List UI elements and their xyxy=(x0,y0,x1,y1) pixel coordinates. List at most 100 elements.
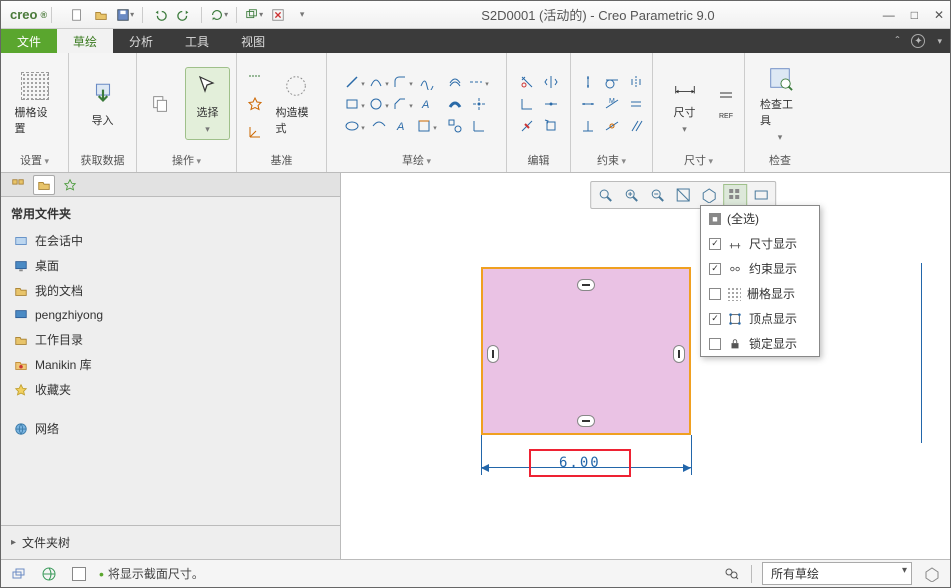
folder-user[interactable]: pengzhiyong xyxy=(11,303,330,327)
folder-docs[interactable]: 我的文档 xyxy=(11,278,330,303)
ellipse-icon[interactable] xyxy=(344,116,366,136)
tab-file[interactable]: 文件 xyxy=(1,29,57,53)
check-button[interactable]: 检查工具▾ xyxy=(756,60,804,147)
menu-constraint-display[interactable]: 约束显示 xyxy=(701,256,819,281)
minimize-button[interactable]: — xyxy=(883,8,895,22)
menu-select-all[interactable]: ■(全选) xyxy=(701,206,819,231)
folder-desktop[interactable]: 桌面 xyxy=(11,253,330,278)
saved-views-icon[interactable] xyxy=(749,184,773,206)
parallel-icon[interactable] xyxy=(625,116,647,136)
baseline-dim-icon[interactable] xyxy=(715,83,737,103)
drag-handle-right[interactable] xyxy=(673,345,685,363)
point-icon[interactable] xyxy=(244,94,266,114)
folder-favorites[interactable]: 收藏夹 xyxy=(11,377,330,402)
copy-cut-button[interactable] xyxy=(143,86,179,122)
conic-icon[interactable] xyxy=(368,116,390,136)
construct-mode-button[interactable]: 构造模式 xyxy=(272,68,320,140)
menu-vertex-display[interactable]: 顶点显示 xyxy=(701,306,819,331)
centerline-icon[interactable] xyxy=(244,66,266,86)
sk-coord-icon[interactable] xyxy=(468,116,490,136)
tab-view[interactable]: 视图 xyxy=(225,29,281,53)
line-icon[interactable] xyxy=(344,72,366,92)
qat-customize-icon[interactable]: ▾ xyxy=(291,4,313,26)
ref-dim-icon[interactable]: REF xyxy=(715,105,737,125)
rect-icon[interactable] xyxy=(344,94,366,114)
checkbox-icon[interactable] xyxy=(709,313,721,325)
select-button[interactable]: 选择▾ xyxy=(185,67,230,140)
nav-tab-model[interactable] xyxy=(7,175,29,195)
status-layers-icon[interactable] xyxy=(9,564,29,584)
ribbon-help-icon[interactable]: ✦ xyxy=(911,34,925,48)
tab-sketch[interactable]: 草绘 xyxy=(57,29,113,53)
project-icon[interactable] xyxy=(416,116,438,136)
rotate-resize-icon[interactable] xyxy=(540,116,562,136)
redo-icon[interactable] xyxy=(173,4,195,26)
spline-icon[interactable] xyxy=(416,72,438,92)
checkbox-icon[interactable] xyxy=(709,338,721,350)
new-file-icon[interactable] xyxy=(66,4,88,26)
status-box-icon[interactable] xyxy=(69,564,89,584)
horiz-constraint-icon[interactable] xyxy=(577,94,599,114)
menu-lock-display[interactable]: 锁定显示 xyxy=(701,331,819,356)
chamfer-icon[interactable] xyxy=(392,94,414,114)
checkbox-tristate[interactable]: ■ xyxy=(709,213,721,225)
folder-session[interactable]: 在会话中 xyxy=(11,228,330,253)
import-button[interactable]: 导入 xyxy=(79,76,127,132)
zoom-in-icon[interactable] xyxy=(619,184,643,206)
offset-curve-icon[interactable] xyxy=(444,72,466,92)
folder-workdir[interactable]: 工作目录 xyxy=(11,327,330,352)
open-file-icon[interactable] xyxy=(90,4,112,26)
vert-constraint-icon[interactable] xyxy=(577,72,599,92)
menu-grid-display[interactable]: 栅格显示 xyxy=(701,281,819,306)
graphics-area[interactable]: ■(全选) 尺寸显示 约束显示 栅格显示 顶点显示 锁定显示 6.00 xyxy=(341,173,950,559)
tangent-icon[interactable] xyxy=(601,72,623,92)
divide-icon[interactable] xyxy=(540,94,562,114)
status-geom-icon[interactable] xyxy=(922,564,942,584)
arc-3pt-icon[interactable] xyxy=(368,72,390,92)
thicken-icon[interactable] xyxy=(444,94,466,114)
drag-handle-left[interactable] xyxy=(487,345,499,363)
maximize-button[interactable]: □ xyxy=(911,8,918,22)
sketch-rectangle[interactable] xyxy=(481,267,691,435)
checkbox-icon[interactable] xyxy=(709,288,721,300)
status-web-icon[interactable] xyxy=(39,564,59,584)
centerline-sk-icon[interactable] xyxy=(468,72,490,92)
close-button[interactable]: ✕ xyxy=(934,8,944,22)
text-icon[interactable]: A xyxy=(416,94,438,114)
zoom-fit-icon[interactable] xyxy=(593,184,617,206)
nav-tab-fav[interactable] xyxy=(59,175,81,195)
status-find-icon[interactable] xyxy=(721,564,741,584)
tab-tools[interactable]: 工具 xyxy=(169,29,225,53)
checkbox-icon[interactable] xyxy=(709,238,721,250)
delete-seg-icon[interactable] xyxy=(516,116,538,136)
coord-icon[interactable] xyxy=(244,122,266,142)
drag-handle-top[interactable] xyxy=(577,279,595,291)
offset-icon[interactable]: A xyxy=(392,116,414,136)
checkbox-icon[interactable] xyxy=(709,263,721,275)
mirror-icon[interactable] xyxy=(540,72,562,92)
close-doc-icon[interactable] xyxy=(267,4,289,26)
circle-icon[interactable] xyxy=(368,94,390,114)
coincident-icon[interactable] xyxy=(601,116,623,136)
folder-manikin[interactable]: Manikin 库 xyxy=(11,352,330,377)
undo-icon[interactable] xyxy=(149,4,171,26)
grid-settings-button[interactable]: 栅格设置 xyxy=(11,68,59,140)
zoom-out-icon[interactable] xyxy=(645,184,669,206)
repaint-icon[interactable] xyxy=(671,184,695,206)
save-icon[interactable]: ▾ xyxy=(114,4,136,26)
perp-icon[interactable] xyxy=(577,116,599,136)
display-filters-icon[interactable] xyxy=(723,184,747,206)
fillet-icon[interactable] xyxy=(392,72,414,92)
ribbon-collapse-icon[interactable]: ˆ xyxy=(895,34,899,48)
windows-icon[interactable]: ▾ xyxy=(243,4,265,26)
midpoint-icon[interactable]: M xyxy=(601,94,623,114)
sym-icon[interactable] xyxy=(625,72,647,92)
nav-tab-folder[interactable] xyxy=(33,175,55,195)
dimension-button[interactable]: 尺寸▾ xyxy=(661,68,709,139)
sk-point-icon[interactable] xyxy=(468,94,490,114)
selection-filter-combo[interactable]: 所有草绘 xyxy=(762,562,912,585)
dimension-value[interactable]: 6.00 xyxy=(529,449,631,477)
palette-icon[interactable] xyxy=(444,116,466,136)
trim-icon[interactable] xyxy=(516,72,538,92)
equal-icon[interactable] xyxy=(625,94,647,114)
